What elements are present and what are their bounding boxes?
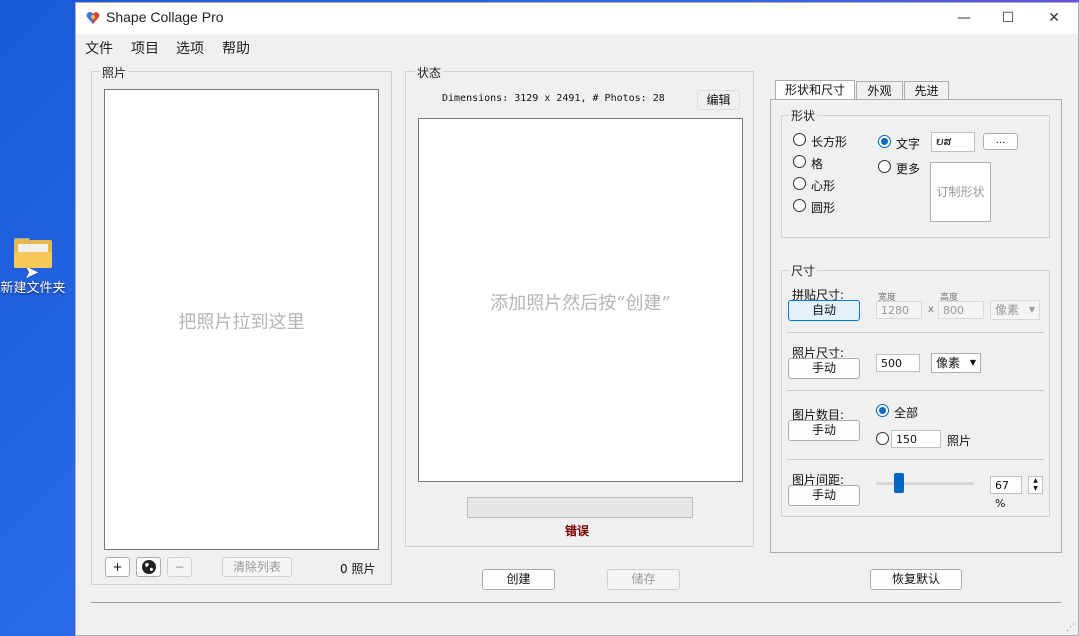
- photo-count-input[interactable]: 150: [891, 430, 941, 448]
- shape-more-radio[interactable]: [878, 160, 891, 173]
- collage-preview-placeholder: 添加照片然后按“创建”: [490, 293, 671, 314]
- photo-size-input[interactable]: 500: [876, 354, 920, 372]
- photo-count: 0 照片: [340, 562, 376, 576]
- app-logo-icon: [86, 12, 100, 24]
- desktop-icon-label: 新建文件夹: [0, 281, 66, 296]
- photo-drop-area[interactable]: 把照片拉到这里: [104, 89, 379, 550]
- edit-button[interactable]: 编辑: [697, 90, 740, 110]
- minimize-button[interactable]: —: [941, 3, 987, 34]
- tab-appearance[interactable]: 外观: [856, 81, 903, 101]
- spin-down-icon[interactable]: ▼: [1029, 485, 1042, 493]
- save-button[interactable]: 储存: [607, 569, 680, 590]
- remove-photo-button[interactable]: −: [167, 557, 192, 577]
- shape-text-label: 文字: [896, 137, 921, 151]
- chevron-down-icon: ▼: [1028, 305, 1035, 314]
- progress-bar: [467, 497, 693, 518]
- globe-icon: [141, 560, 156, 574]
- collage-unit-value: 像素: [995, 303, 1020, 317]
- photo-unit-value: 像素: [936, 356, 961, 370]
- create-button[interactable]: 创建: [482, 569, 555, 590]
- menu-help[interactable]: 帮助: [222, 38, 250, 58]
- status-error: 错误: [565, 524, 590, 538]
- maximize-button[interactable]: ☐: [985, 3, 1031, 34]
- collage-width-input[interactable]: 1280: [876, 301, 922, 319]
- status-bar-divider: [91, 602, 1061, 603]
- shape-text-radio[interactable]: [878, 135, 891, 148]
- tab-advanced[interactable]: 先进: [904, 81, 949, 101]
- menu-file[interactable]: 文件: [85, 38, 113, 58]
- spacing-value-input[interactable]: 67 %: [990, 476, 1022, 510]
- shape-heart-radio[interactable]: [793, 177, 806, 190]
- shape-grid-label: 格: [811, 157, 824, 171]
- resize-grip-icon[interactable]: ⋰: [1066, 623, 1075, 633]
- reset-defaults-button[interactable]: 恢复默认: [870, 569, 962, 590]
- browse-button[interactable]: ...: [983, 133, 1018, 150]
- collage-info: Dimensions: 3129 x 2491, # Photos: 28: [442, 93, 665, 104]
- photo-count-unit: 照片: [947, 434, 972, 448]
- divider: [787, 390, 1044, 391]
- photo-count-mode-button[interactable]: 手动: [788, 420, 860, 441]
- shape-text-input[interactable]: ຍສ: [931, 132, 975, 152]
- app-window: Shape Collage Pro — ☐ ✕ 文件 项目 选项 帮助 照片 把…: [75, 2, 1079, 636]
- status-group-label: 状态: [415, 64, 444, 81]
- photo-size-mode-button[interactable]: 手动: [788, 358, 860, 379]
- menu-project[interactable]: 项目: [131, 38, 159, 58]
- shape-grid-radio[interactable]: [793, 155, 806, 168]
- shape-group-label: 形状: [789, 107, 818, 124]
- web-photos-button[interactable]: [136, 557, 161, 577]
- spin-up-icon[interactable]: ▲: [1029, 477, 1042, 485]
- close-button[interactable]: ✕: [1031, 3, 1077, 34]
- photo-unit-select[interactable]: 像素 ▼: [931, 353, 981, 373]
- divider: [787, 459, 1044, 460]
- menu-options[interactable]: 选项: [176, 38, 204, 58]
- shape-heart-label: 心形: [811, 179, 836, 193]
- count-custom-radio[interactable]: [876, 432, 889, 445]
- collage-height-input[interactable]: 800: [938, 301, 984, 319]
- count-all-label: 全部: [894, 406, 919, 420]
- window-title: Shape Collage Pro: [106, 9, 224, 25]
- desktop-folder-icon[interactable]: ➤ 新建文件夹: [0, 232, 70, 322]
- menu-bar: 文件 项目 选项 帮助: [76, 34, 1078, 58]
- custom-shape-preview[interactable]: 订制形状: [930, 162, 991, 222]
- collage-preview: 添加照片然后按“创建”: [418, 118, 743, 482]
- spacing-spinner[interactable]: ▲ ▼: [1028, 476, 1043, 494]
- shape-more-label: 更多: [896, 162, 921, 176]
- collage-size-mode-button[interactable]: 自动: [788, 300, 860, 321]
- divider: [787, 332, 1044, 333]
- spacing-slider-thumb[interactable]: [893, 473, 904, 493]
- spacing-mode-button[interactable]: 手动: [788, 485, 860, 506]
- add-photo-button[interactable]: +: [105, 557, 130, 577]
- shape-circle-label: 圆形: [811, 201, 836, 215]
- photos-group-label: 照片: [100, 64, 129, 81]
- shape-rectangle-label: 长方形: [811, 135, 848, 149]
- clear-list-button[interactable]: 清除列表: [222, 557, 292, 577]
- times-sign: x: [928, 304, 934, 315]
- collage-unit-select[interactable]: 像素 ▼: [990, 300, 1040, 320]
- shape-rectangle-radio[interactable]: [793, 133, 806, 146]
- size-group-label: 尺寸: [789, 262, 818, 279]
- title-bar[interactable]: Shape Collage Pro — ☐ ✕: [76, 3, 1078, 34]
- spacing-slider-track[interactable]: [876, 482, 974, 485]
- shape-circle-radio[interactable]: [793, 199, 806, 212]
- photo-drop-placeholder: 把照片拉到这里: [178, 312, 305, 333]
- count-all-radio[interactable]: [876, 404, 889, 417]
- chevron-down-icon: ▼: [969, 358, 976, 367]
